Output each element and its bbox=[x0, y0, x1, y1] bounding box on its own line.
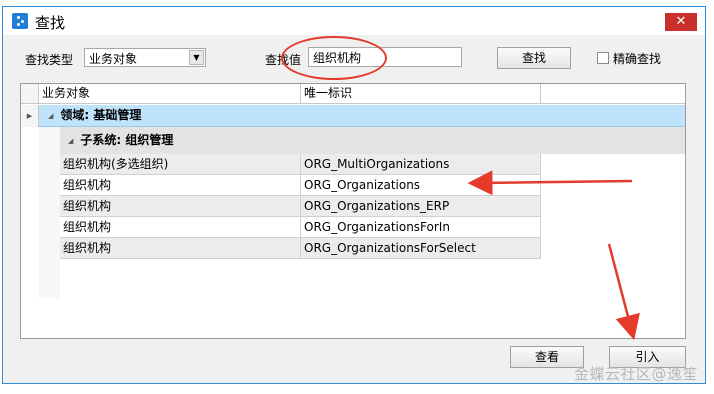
exact-search-label: 精确查找 bbox=[613, 52, 662, 66]
chevron-down-icon[interactable]: ▼ bbox=[189, 50, 204, 65]
window-title: 查找 bbox=[35, 14, 66, 32]
cell-business-object: 组织机构 bbox=[60, 196, 301, 217]
group-row-domain[interactable]: ◢ 领域: 基础管理 bbox=[39, 105, 685, 127]
search-type-label: 查找类型 bbox=[25, 53, 74, 67]
column-header-business-object[interactable]: 业务对象 bbox=[39, 84, 301, 104]
result-grid: 业务对象 唯一标识 ▶ ◢ 领域: 基础管理 ◢ 子系统: 组织管理 组织机构(多选… bbox=[20, 83, 686, 339]
search-type-value: 业务对象 bbox=[89, 52, 138, 66]
title-bar: 查找 ✕ bbox=[3, 7, 705, 35]
exact-search-checkbox[interactable] bbox=[597, 52, 609, 64]
watermark-text: 金蝶云社区@逸笙 bbox=[573, 365, 698, 383]
collapse-icon[interactable]: ◢ bbox=[68, 128, 73, 155]
cell-unique-id: ORG_Organizations bbox=[301, 175, 541, 196]
cell-business-object: 组织机构 bbox=[60, 217, 301, 238]
find-dialog: 查找 ✕ 查找类型 业务对象 ▼ 查找值 组织机构 查找 精确查找 业务对象 唯… bbox=[2, 6, 706, 384]
app-icon bbox=[12, 13, 28, 29]
view-button[interactable]: 查看 bbox=[510, 346, 584, 368]
search-value-input[interactable]: 组织机构 bbox=[308, 47, 462, 67]
search-type-select[interactable]: 业务对象 ▼ bbox=[84, 48, 206, 67]
grid-corner bbox=[21, 84, 39, 104]
cell-business-object: 组织机构(多选组织) bbox=[60, 154, 301, 175]
column-header-unique-id[interactable]: 唯一标识 bbox=[301, 84, 541, 104]
collapse-icon[interactable]: ◢ bbox=[48, 106, 53, 127]
cell-unique-id: ORG_MultiOrganizations bbox=[301, 154, 541, 175]
close-button[interactable]: ✕ bbox=[665, 13, 697, 31]
find-button[interactable]: 查找 bbox=[497, 47, 571, 69]
cell-unique-id: ORG_OrganizationsForSelect bbox=[301, 238, 541, 259]
cell-unique-id: ORG_Organizations_ERP bbox=[301, 196, 541, 217]
cell-business-object: 组织机构 bbox=[60, 238, 301, 259]
group-subsystem-label: 子系统: 组织管理 bbox=[80, 133, 174, 147]
group-indent bbox=[39, 127, 60, 298]
column-header-blank bbox=[541, 84, 685, 104]
cell-business-object: 组织机构 bbox=[60, 175, 301, 196]
group-domain-label: 领域: 基础管理 bbox=[60, 108, 142, 122]
search-value-label: 查找值 bbox=[265, 53, 302, 67]
cell-unique-id: ORG_OrganizationsForIn bbox=[301, 217, 541, 238]
current-row-indicator-icon: ▶ bbox=[21, 105, 39, 127]
group-row-subsystem[interactable]: ◢ 子系统: 组织管理 bbox=[60, 127, 685, 154]
